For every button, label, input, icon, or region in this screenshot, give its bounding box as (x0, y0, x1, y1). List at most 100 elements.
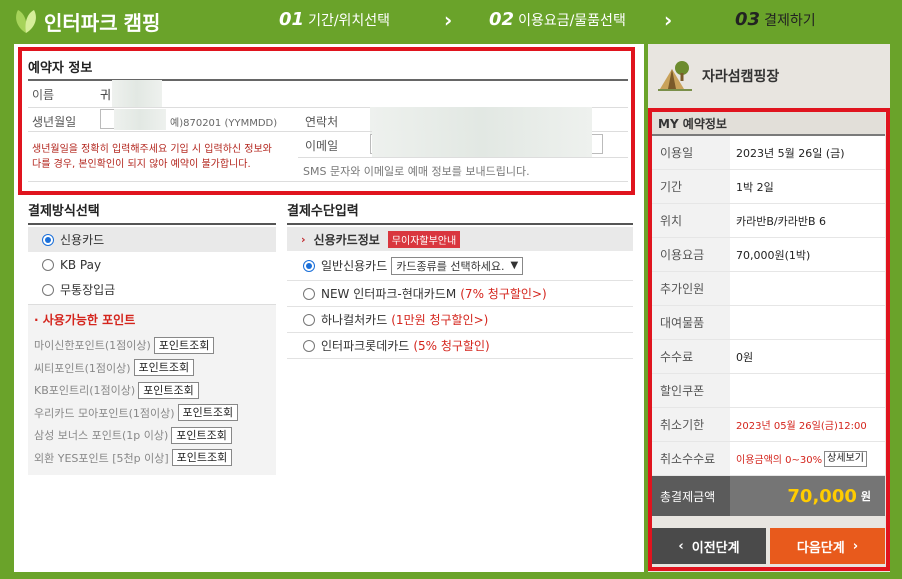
point-check-button[interactable]: 포인트조회 (171, 426, 232, 444)
info-key: 위치 (652, 204, 730, 237)
detail-button[interactable]: 상세보기 (824, 450, 867, 467)
step-2-num: 02 (489, 9, 515, 30)
card-option-label: 일반신용카드 (321, 259, 388, 273)
card-option-lotte[interactable]: 인터파크롯데카드 (5% 청구할인) (287, 333, 633, 359)
point-label: 삼성 보너스 포인트(1p 이상) (34, 429, 169, 443)
sms-note: SMS 문자와 이메일로 예매 정보를 보내드립니다. (303, 165, 530, 178)
arrow-right-icon: › (301, 232, 306, 246)
info-value (730, 272, 885, 305)
info-row: 이용요금 70,000원(1박) (652, 238, 885, 272)
select-value: 카드종류를 선택하세요. (396, 259, 505, 273)
point-label: 우리카드 모아포인트(1점이상) (34, 406, 175, 420)
option-bank-transfer[interactable]: 무통장입금 (28, 277, 276, 302)
interest-free-badge[interactable]: 무이자할부안내 (387, 230, 461, 248)
point-label: 씨티포인트(1점이상) (34, 361, 131, 375)
total-value-box: 70,000 원 (730, 476, 885, 516)
payment-method-section: 결제방식선택 신용카드 KB Pay 무통장입금 · 사용가능한 포인트 마이신… (28, 200, 276, 475)
points-title: · 사용가능한 포인트 (34, 313, 136, 327)
total-row: 총결제금액 70,000 원 (652, 476, 885, 516)
point-check-button[interactable]: 포인트조회 (177, 404, 239, 422)
info-key: 이용일 (652, 136, 730, 169)
next-step-label: 다음단계 (796, 540, 845, 556)
logo[interactable]: 인터파크 캠핑 (12, 5, 160, 37)
info-value (730, 306, 885, 339)
radio-icon[interactable] (42, 258, 54, 271)
point-check-button[interactable]: 포인트조회 (171, 449, 233, 467)
info-key: 기간 (652, 170, 730, 203)
radio-icon[interactable] (303, 339, 315, 352)
radio-icon[interactable] (303, 313, 315, 326)
info-row: 취소기한 2023년 05월 26일(금)12:00 (652, 408, 885, 442)
card-option-hana[interactable]: 하나컬처카드 (1만원 청구할인>) (287, 307, 633, 333)
point-row: 마이신한포인트(1점이상) 포인트조회 (34, 334, 270, 357)
camp-header: 자라섬캠핑장 (658, 56, 779, 96)
payment-method-title: 결제방식선택 (28, 200, 276, 225)
point-check-button[interactable]: 포인트조회 (133, 359, 195, 377)
option-credit-card[interactable]: 신용카드 (28, 227, 276, 252)
leaf-logo-icon (16, 10, 36, 33)
my-reservation-title: MY 예약정보 (652, 112, 885, 136)
chevron-left-icon: ‹ (678, 538, 684, 554)
step-3-num: 03 (735, 9, 761, 30)
point-row: 삼성 보너스 포인트(1p 이상) 포인트조회 (34, 424, 270, 447)
name-label: 이름 (32, 88, 55, 102)
info-value: 0원 (730, 340, 885, 373)
points-panel: · 사용가능한 포인트 마이신한포인트(1점이상) 포인트조회 씨티포인트(1점… (28, 304, 276, 475)
info-value: 2023년 5월 26일 (금) (730, 136, 885, 169)
radio-checked-icon[interactable] (303, 259, 315, 272)
logo-sub: 캠핑 (123, 10, 161, 35)
card-promo[interactable]: (1만원 청구할인>) (391, 311, 488, 328)
radio-icon[interactable] (42, 283, 54, 296)
option-label: 무통장입금 (60, 283, 116, 297)
point-check-button[interactable]: 포인트조회 (138, 381, 199, 399)
info-value: 카라반B/카라반B 6 (730, 204, 885, 237)
info-key: 취소기한 (652, 408, 730, 441)
info-key: 이용요금 (652, 238, 730, 271)
prev-step-button[interactable]: ‹ 이전단계 (652, 528, 766, 564)
cancel-fee-text: 이용금액의 0~30% (736, 455, 823, 466)
card-promo[interactable]: (7% 청구할인>) (460, 285, 546, 302)
point-label: KB포인트리(1점이상) (34, 384, 136, 398)
card-promo[interactable]: (5% 청구할인) (413, 337, 489, 354)
step-1: 01 기간/위치선택 (279, 9, 390, 30)
email-label: 이메일 (305, 139, 339, 153)
info-row: 추가인원 (652, 272, 885, 306)
cancel-fee-value: 이용금액의 0~30% 상세보기 (730, 442, 885, 475)
logo-text: 인터파크 (44, 10, 118, 35)
birth-warning: 생년월일을 정확히 입력해주세요 기입 시 입력하신 정보와 다를 경우, 본인… (32, 144, 272, 170)
divider (28, 181, 628, 182)
step-2-label: 이용요금/물품선택 (518, 13, 626, 29)
birth-label: 생년월일 (32, 115, 77, 129)
card-type-select[interactable]: 카드종류를 선택하세요. ▼ (391, 256, 524, 275)
info-row: 취소수수료 이용금액의 0~30% 상세보기 (652, 442, 885, 476)
point-row: 외환 YES포인트 [5천p 이상] 포인트조회 (34, 447, 270, 470)
card-option-label: NEW 인터파크-현대카드M (321, 287, 457, 301)
info-key: 대여물품 (652, 306, 730, 339)
info-value: 70,000원(1박) (730, 238, 885, 271)
card-option-general[interactable]: 일반신용카드 카드종류를 선택하세요. ▼ (287, 251, 633, 281)
card-option-label: 인터파크롯데카드 (321, 339, 410, 353)
cancel-deadline-value: 2023년 05월 26일(금)12:00 (730, 408, 885, 441)
option-kb-pay[interactable]: KB Pay (28, 252, 276, 277)
next-step-button[interactable]: 다음단계 › (770, 528, 885, 564)
point-check-button[interactable]: 포인트조회 (153, 336, 215, 354)
chevron-right-icon: › (664, 8, 673, 32)
total-unit: 원 (860, 490, 871, 503)
info-key: 취소수수료 (652, 442, 730, 475)
info-row: 대여물품 (652, 306, 885, 340)
radio-checked-icon[interactable] (42, 233, 54, 246)
card-input-title: 결제수단입력 (287, 200, 633, 225)
radio-icon[interactable] (303, 287, 315, 300)
card-option-hyundai[interactable]: NEW 인터파크-현대카드M (7% 청구할인>) (287, 281, 633, 307)
point-label: 외환 YES포인트 [5천p 이상] (34, 451, 169, 465)
point-row: 씨티포인트(1점이상) 포인트조회 (34, 357, 270, 380)
point-label: 마이신한포인트(1점이상) (34, 339, 151, 353)
email-blur (372, 131, 592, 157)
chevron-down-icon: ▼ (510, 260, 519, 271)
prev-step-label: 이전단계 (691, 540, 740, 556)
camp-name: 자라섬캠핑장 (702, 69, 780, 85)
info-key: 추가인원 (652, 272, 730, 305)
name-value: 귀 (100, 88, 112, 102)
nav-buttons: ‹ 이전단계 다음단계 › (652, 528, 885, 564)
info-value: 1박 2일 (730, 170, 885, 203)
